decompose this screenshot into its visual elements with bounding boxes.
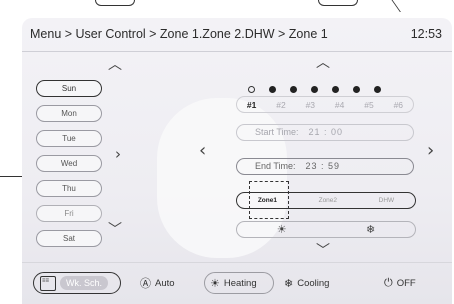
off-label: OFF: [396, 277, 416, 289]
period-6[interactable]: #6: [394, 100, 403, 110]
day-fri[interactable]: Fri: [36, 205, 102, 222]
header-bar: Menu > User Control > Zone 1.Zone 2.DHW …: [22, 18, 452, 52]
bottom-bar: ≡≡ Wk. Sch. Ⓐ Auto ☀ Heating ❄ Cooling ⏻…: [22, 262, 452, 304]
prev-chevron-icon[interactable]: ‹: [199, 142, 206, 160]
schedule-label: Wk. Sch.: [60, 276, 109, 290]
auto-button[interactable]: Ⓐ Auto: [140, 272, 175, 294]
zone-2-option[interactable]: Zone2: [319, 197, 337, 204]
clock: 12:53: [410, 27, 442, 41]
period-dot-icon: [311, 86, 318, 93]
period-dot-icon: [290, 86, 297, 93]
period-dots: [248, 86, 381, 93]
schedule-icon: ≡≡: [40, 275, 56, 291]
day-sun[interactable]: Sun: [36, 80, 102, 97]
bezel-mark: [95, 0, 135, 6]
end-time-value: 23 : 59: [305, 161, 341, 171]
photo-edge: [0, 0, 454, 14]
period-dot-icon: [269, 86, 276, 93]
period-up-chevron-icon[interactable]: ︿: [316, 56, 330, 70]
day-thu[interactable]: Thu: [36, 180, 102, 197]
snowflake-icon[interactable]: ❄: [366, 223, 375, 236]
end-time-field[interactable]: End Time: 23 : 59: [236, 158, 414, 175]
start-time-label: Start Time:: [255, 127, 299, 137]
day-sat[interactable]: Sat: [36, 230, 102, 247]
heating-button[interactable]: ☀ Heating: [204, 272, 274, 294]
period-5[interactable]: #5: [364, 100, 373, 110]
day-mon[interactable]: Mon: [36, 105, 102, 122]
off-button[interactable]: ⏻ OFF: [384, 272, 416, 294]
bezel-mark: [318, 0, 358, 6]
dhw-option[interactable]: DHW: [379, 197, 395, 204]
period-3[interactable]: #3: [306, 100, 315, 110]
end-time-label: End Time:: [255, 161, 296, 171]
start-time-field[interactable]: Start Time: 21 : 00: [236, 124, 414, 141]
period-dot-icon: [332, 86, 339, 93]
day-list: Sun Mon Tue Wed Thu Fri Sat: [36, 80, 106, 255]
period-dot-empty-icon: [248, 86, 255, 93]
days-up-chevron-icon[interactable]: ︿: [108, 58, 122, 72]
power-icon: ⏻: [384, 276, 393, 289]
days-right-chevron-icon[interactable]: ›: [115, 147, 121, 162]
cooling-button[interactable]: ❄ Cooling: [284, 272, 329, 294]
cooling-label: Cooling: [297, 277, 330, 289]
day-wed[interactable]: Wed: [36, 155, 102, 172]
period-dot-icon: [374, 86, 381, 93]
period-dot-icon: [353, 86, 360, 93]
heat-sun-icon: ☀: [210, 276, 220, 290]
zone-focus-box: [249, 181, 289, 219]
auto-label: Auto: [155, 277, 175, 289]
sun-icon[interactable]: ☀: [277, 223, 287, 236]
mode-down-chevron-icon[interactable]: ﹀: [316, 244, 330, 258]
thermostat-screen: Menu > User Control > Zone 1.Zone 2.DHW …: [22, 18, 452, 304]
period-4[interactable]: #4: [335, 100, 344, 110]
next-chevron-icon[interactable]: ›: [427, 142, 434, 160]
day-tue[interactable]: Tue: [36, 130, 102, 147]
heating-label: Heating: [223, 277, 257, 289]
breadcrumb[interactable]: Menu > User Control > Zone 1.Zone 2.DHW …: [30, 27, 328, 41]
days-down-chevron-icon[interactable]: ﹀: [108, 223, 122, 237]
period-selector: #1 #2 #3 #4 #5 #6: [236, 96, 414, 113]
period-1[interactable]: #1: [247, 100, 256, 110]
period-2[interactable]: #2: [276, 100, 285, 110]
weekly-schedule-button[interactable]: ≡≡ Wk. Sch.: [33, 272, 121, 294]
snowflake-icon: ❄: [284, 276, 294, 290]
mode-selector: ☀ ❄: [236, 221, 416, 238]
auto-icon: Ⓐ: [140, 277, 151, 290]
start-time-value: 21 : 00: [308, 127, 344, 137]
